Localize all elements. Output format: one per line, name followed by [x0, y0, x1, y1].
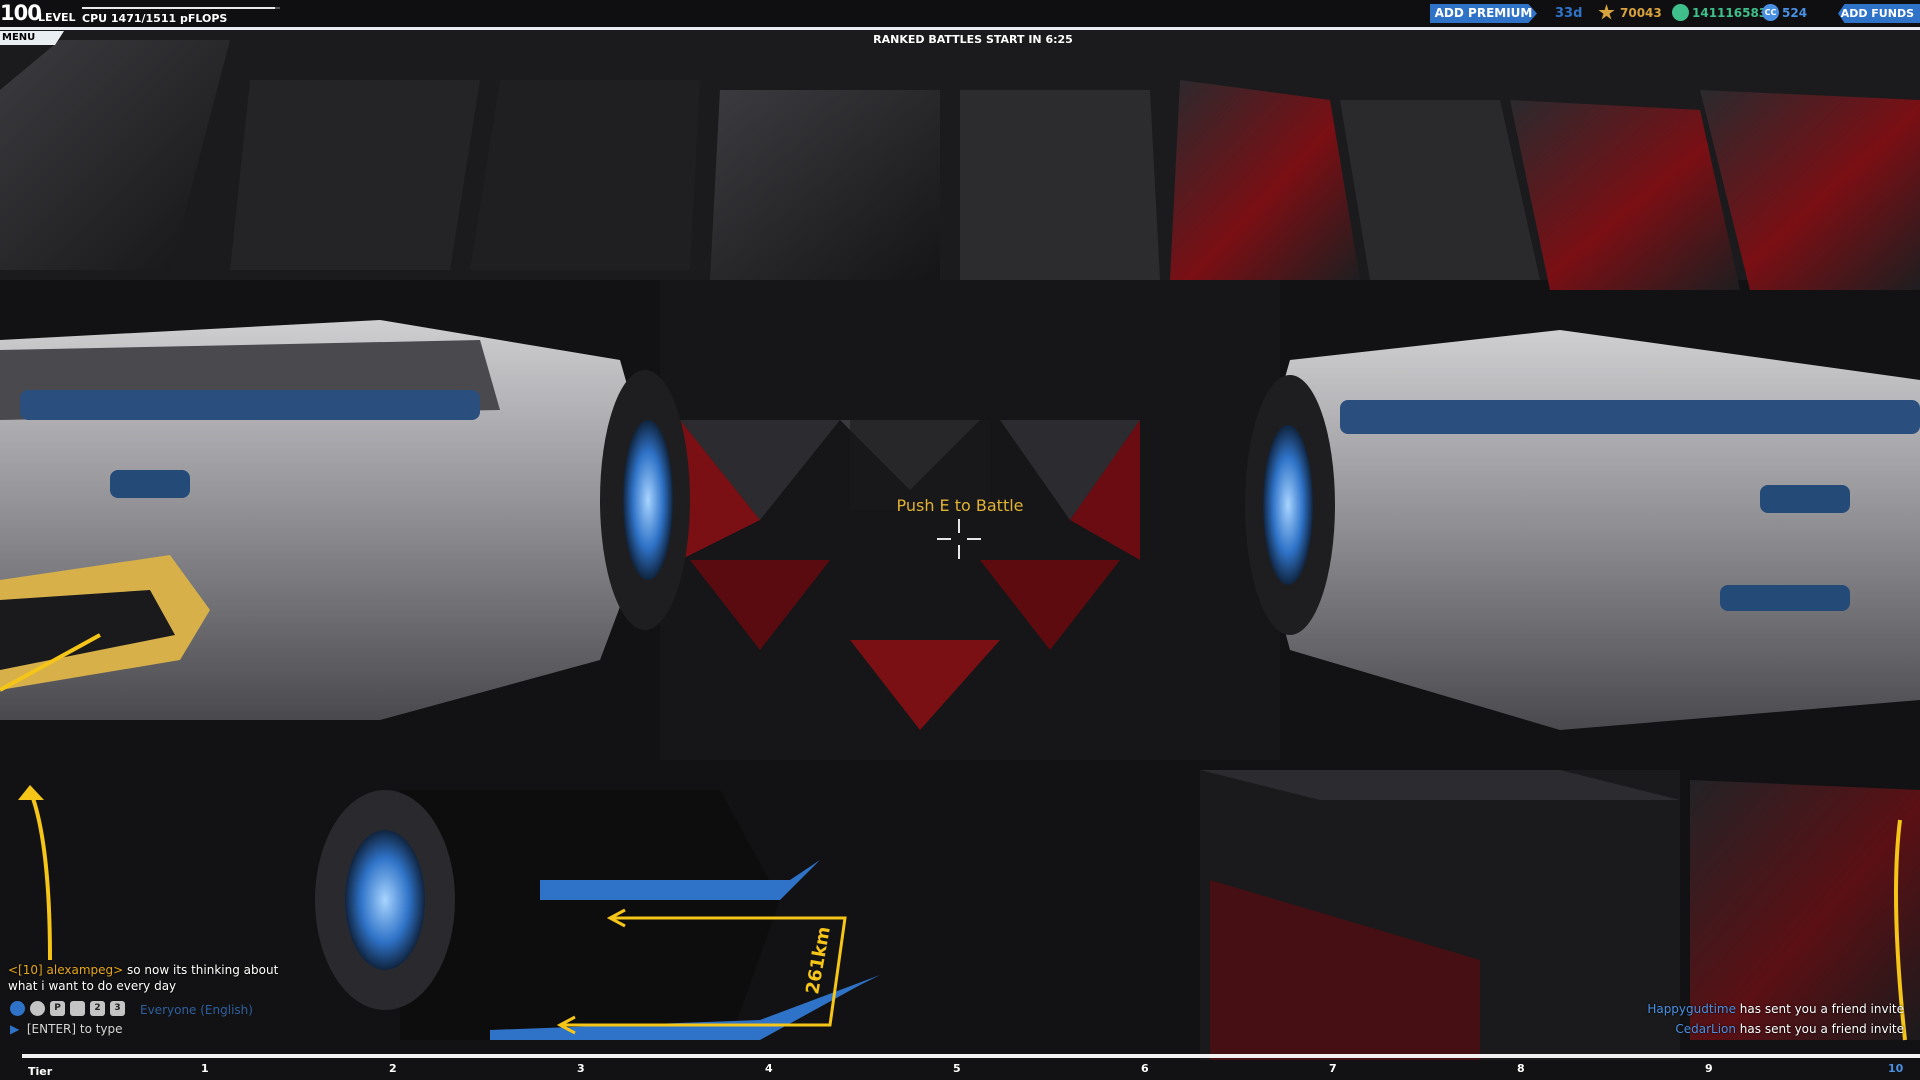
- premium-days-remaining: 33d: [1555, 6, 1583, 21]
- notification-text: has sent you a friend invite: [1735, 1002, 1904, 1016]
- friend-3-icon[interactable]: 3: [110, 1001, 125, 1016]
- cpu-readout: CPU 1471/1511 pFLOPS: [82, 12, 228, 25]
- notification-text: has sent you a friend invite: [1735, 1022, 1904, 1036]
- robits-icon: [1672, 4, 1689, 21]
- tier-progress-line: [22, 1054, 1920, 1058]
- chat-message: <[10] alexampeg> so now its thinking abo…: [8, 963, 278, 977]
- notification-sender: CedarLion: [1675, 1022, 1736, 1036]
- garage-floor: 261km: [0, 770, 1920, 1060]
- top-hud-divider: [0, 27, 1920, 30]
- tier-tick: 3: [577, 1062, 585, 1075]
- tier-label: Tier: [28, 1065, 53, 1078]
- armor-panels-center: [660, 280, 1280, 760]
- friend-invite-notification[interactable]: CedarLion has sent you a friend invite: [1675, 1022, 1904, 1036]
- armor-panels-top: [0, 30, 1920, 290]
- cpu-meter: [82, 7, 280, 9]
- right-thruster: [1245, 330, 1920, 730]
- tier-tick-current: 10: [1888, 1062, 1904, 1075]
- chat-input-hint: [ENTER] to type: [26, 1022, 123, 1036]
- chat-message-text: so now its thinking about: [123, 963, 279, 977]
- cosmetic-credits-icon: CC: [1762, 4, 1779, 21]
- cosmetic-credits-value: 524: [1782, 6, 1808, 20]
- cpu-meter-fill: [82, 7, 275, 9]
- globe-icon[interactable]: [10, 1001, 25, 1016]
- friend-2-icon[interactable]: 2: [90, 1001, 105, 1016]
- player-level-label: LEVEL: [38, 11, 76, 24]
- garage-scene: 261km: [0, 30, 1920, 1060]
- player-level: 100: [0, 1, 42, 25]
- friend-invite-notification[interactable]: Happygudtime has sent you a friend invit…: [1647, 1002, 1904, 1016]
- friend-icon[interactable]: [70, 1001, 85, 1016]
- tier-tick: 4: [765, 1062, 773, 1075]
- tier-tick: 5: [953, 1062, 961, 1075]
- battle-prompt: Push E to Battle: [896, 496, 1024, 515]
- tier-tick: 2: [389, 1062, 397, 1075]
- chat-input[interactable]: ▶ [ENTER] to type: [10, 1022, 123, 1036]
- chat-channel-selector[interactable]: Everyone (English): [140, 1003, 253, 1017]
- party-icon[interactable]: P: [50, 1001, 65, 1016]
- notification-sender: Happygudtime: [1647, 1002, 1736, 1016]
- chat-message-user[interactable]: <[10] alexampeg>: [8, 963, 123, 977]
- tier-tick: 7: [1329, 1062, 1337, 1075]
- ranked-countdown: RANKED BATTLES START IN 6:25: [873, 33, 1073, 46]
- left-thruster: [0, 320, 690, 720]
- tier-tick: 6: [1141, 1062, 1149, 1075]
- tier-tick: 9: [1705, 1062, 1713, 1075]
- robits-value: 141116583: [1692, 6, 1768, 20]
- rp-value: 70043: [1620, 6, 1662, 20]
- globe-dark-icon[interactable]: [30, 1001, 45, 1016]
- add-premium-button[interactable]: ADD PREMIUM: [1430, 4, 1537, 23]
- tier-bar: Tier 1 2 3 4 5 6 7 8 9 10: [0, 1053, 1920, 1080]
- chat-arrow-icon: ▶: [10, 1022, 20, 1036]
- tier-tick: 8: [1517, 1062, 1525, 1075]
- add-funds-button[interactable]: ADD FUNDS: [1838, 4, 1920, 23]
- chat-message-continued: what i want to do every day: [8, 979, 177, 993]
- tier-tick: 1: [201, 1062, 209, 1075]
